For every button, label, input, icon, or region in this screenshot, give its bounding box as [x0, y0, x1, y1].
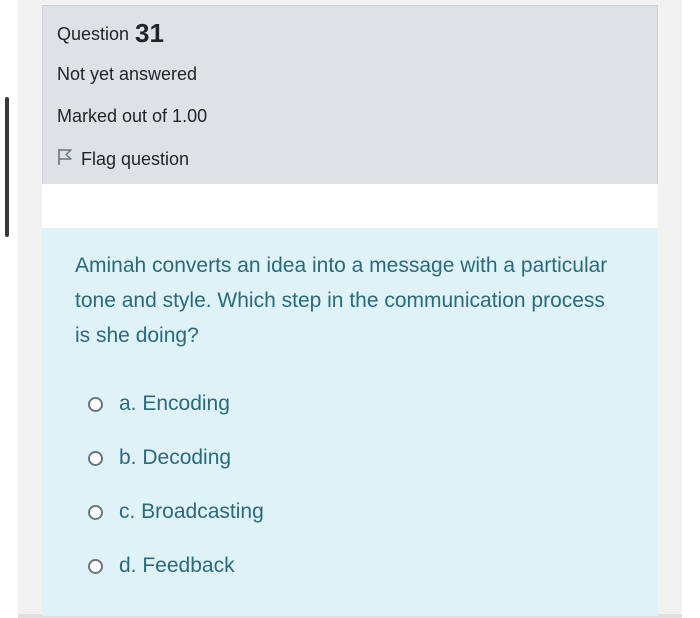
answer-option-b[interactable]: b. Decoding: [88, 446, 231, 470]
quiz-page: Question 31 Not yet answered Marked out o…: [0, 0, 700, 618]
answer-option-c[interactable]: c. Broadcasting: [88, 500, 264, 524]
scroll-indicator[interactable]: [5, 97, 9, 237]
radio-unchecked-icon[interactable]: [88, 558, 103, 574]
question-number: 31: [135, 18, 164, 48]
answer-option-label: a. Encoding: [119, 392, 230, 415]
question-title: Question 31: [57, 18, 164, 49]
answer-option-label: d. Feedback: [119, 554, 235, 577]
left-edge: [0, 0, 14, 618]
radio-unchecked-icon[interactable]: [88, 450, 103, 466]
answer-option-a[interactable]: a. Encoding: [88, 392, 230, 416]
answer-status: Not yet answered: [57, 64, 198, 84]
question-content-panel: Aminah converts an idea into a message w…: [42, 228, 658, 616]
flag-question-link[interactable]: Flag question: [57, 148, 189, 171]
question-info-panel: Question 31 Not yet answered Marked out o…: [42, 5, 658, 185]
flag-question-label: Flag question: [81, 149, 190, 169]
marks-info: Marked out of 1.00: [57, 106, 208, 126]
radio-unchecked-icon[interactable]: [88, 396, 103, 412]
question-label: Question: [57, 24, 130, 44]
panel-gap: [42, 184, 658, 228]
radio-unchecked-icon[interactable]: [88, 504, 103, 520]
answer-option-label: b. Decoding: [119, 446, 232, 469]
question-text: Aminah converts an idea into a message w…: [75, 254, 608, 347]
flag-icon: [57, 148, 81, 171]
answer-option-d[interactable]: d. Feedback: [88, 554, 235, 578]
answer-option-label: c. Broadcasting: [119, 500, 264, 523]
